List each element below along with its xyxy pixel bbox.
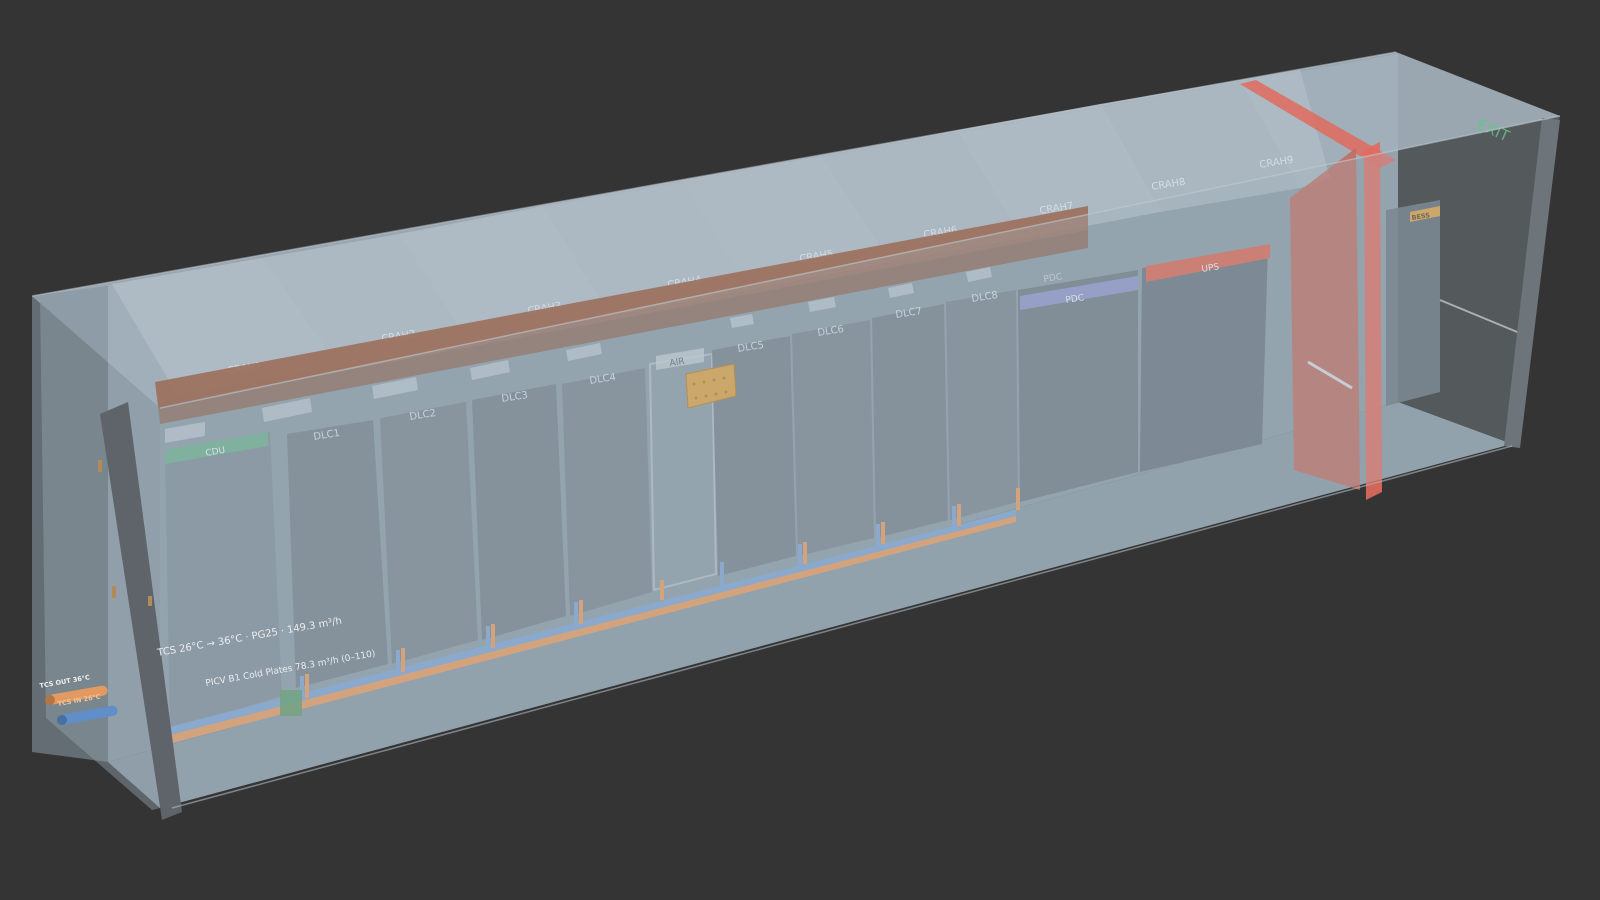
3d-viewport[interactable]: CRAH1 CRAH2 CRAH3 CRAH4 CRAH5 CRAH6 CRAH… [0, 0, 1600, 900]
container-scene[interactable]: CRAH1 CRAH2 CRAH3 CRAH4 CRAH5 CRAH6 CRAH… [0, 0, 1600, 900]
tcs-in-flange [57, 715, 67, 725]
tcs-out-flange [45, 695, 55, 705]
